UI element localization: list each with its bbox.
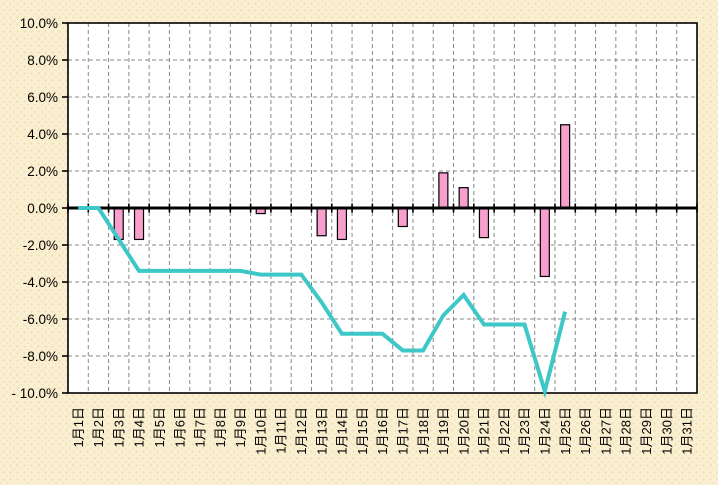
daily-cumulative-percent-chart: 10.0% 8.0% 6.0% 4.0% 2.0% 0.0% -2.0% -4.0% -6.0%… <box>0 0 718 485</box>
y-axis: 10.0% 8.0% 6.0% 4.0% 2.0% 0.0% -2.0% -4.0% -6.0%… <box>11 16 68 401</box>
x-axis-label: 1月27日 <box>598 407 613 455</box>
x-axis-labels: 1月1日 1月2日 1月3日 1月4日 1月5日 1月6日 1月7日 1月8日 1月9日 1月10… <box>71 407 695 455</box>
x-axis-label: 1月20日 <box>456 407 471 455</box>
x-axis-label: 1月31日 <box>680 407 695 455</box>
y-axis-label: 10.0% <box>20 16 58 31</box>
x-axis-label: 1月11日 <box>274 407 289 454</box>
bar <box>540 208 549 276</box>
y-axis-label: 8.0% <box>27 53 58 68</box>
y-axis-label: -4.0% <box>23 275 58 290</box>
x-axis-label: 1月17日 <box>395 407 410 455</box>
bar <box>135 208 144 239</box>
bar <box>317 208 326 236</box>
x-axis-label: 1月23日 <box>517 407 532 455</box>
x-axis-label: 1月16日 <box>375 407 390 455</box>
x-axis-label: 1月18日 <box>416 407 431 455</box>
y-axis-label: -6.0% <box>23 312 58 327</box>
bar <box>439 173 448 208</box>
x-axis-label: 1月26日 <box>578 407 593 455</box>
x-axis-label: 1月1日 <box>71 407 86 447</box>
x-axis-label: 1月9日 <box>233 407 248 447</box>
x-axis-label: 1月30日 <box>659 407 674 455</box>
y-axis-label: 0.0% <box>27 201 58 216</box>
x-axis-label: 1月25日 <box>558 407 573 455</box>
chart-page: 10.0% 8.0% 6.0% 4.0% 2.0% 0.0% -2.0% -4.0% -6.0%… <box>0 0 718 485</box>
y-axis-label: 2.0% <box>27 164 58 179</box>
x-axis-label: 1月6日 <box>172 407 187 447</box>
x-axis-label: 1月21日 <box>477 407 492 455</box>
x-axis-label: 1月14日 <box>335 407 350 455</box>
x-axis-label: 1月24日 <box>538 407 553 455</box>
x-axis-label: 1月7日 <box>193 407 208 447</box>
y-axis-label: -8.0% <box>23 349 58 364</box>
x-axis-label: 1月4日 <box>132 407 147 447</box>
y-axis-label: -2.0% <box>23 238 58 253</box>
x-axis-label: 1月15日 <box>355 407 370 455</box>
y-axis-label: 4.0% <box>27 127 58 142</box>
bar <box>398 208 407 227</box>
chart-canvas: 10.0% 8.0% 6.0% 4.0% 2.0% 0.0% -2.0% -4.0% -6.0%… <box>0 0 718 485</box>
bar <box>337 208 346 239</box>
x-axis-label: 1月13日 <box>314 407 329 455</box>
x-axis-label: 1月2日 <box>91 407 106 447</box>
x-axis-label: 1月19日 <box>436 407 451 455</box>
x-axis-label: 1月5日 <box>152 407 167 447</box>
x-axis-label: 1月3日 <box>111 407 126 447</box>
x-axis-label: 1月10日 <box>253 407 268 455</box>
x-axis-label: 1月22日 <box>497 407 512 455</box>
x-axis-label: 1月29日 <box>639 407 654 455</box>
x-axis-label: 1月8日 <box>213 407 228 447</box>
x-axis-label: 1月28日 <box>619 407 634 455</box>
y-axis-label: - 10.0% <box>11 386 58 401</box>
x-axis-label: 1月12日 <box>294 407 309 455</box>
bar <box>479 208 488 238</box>
bar <box>561 125 570 208</box>
bar <box>459 188 468 208</box>
y-axis-label: 6.0% <box>27 90 58 105</box>
